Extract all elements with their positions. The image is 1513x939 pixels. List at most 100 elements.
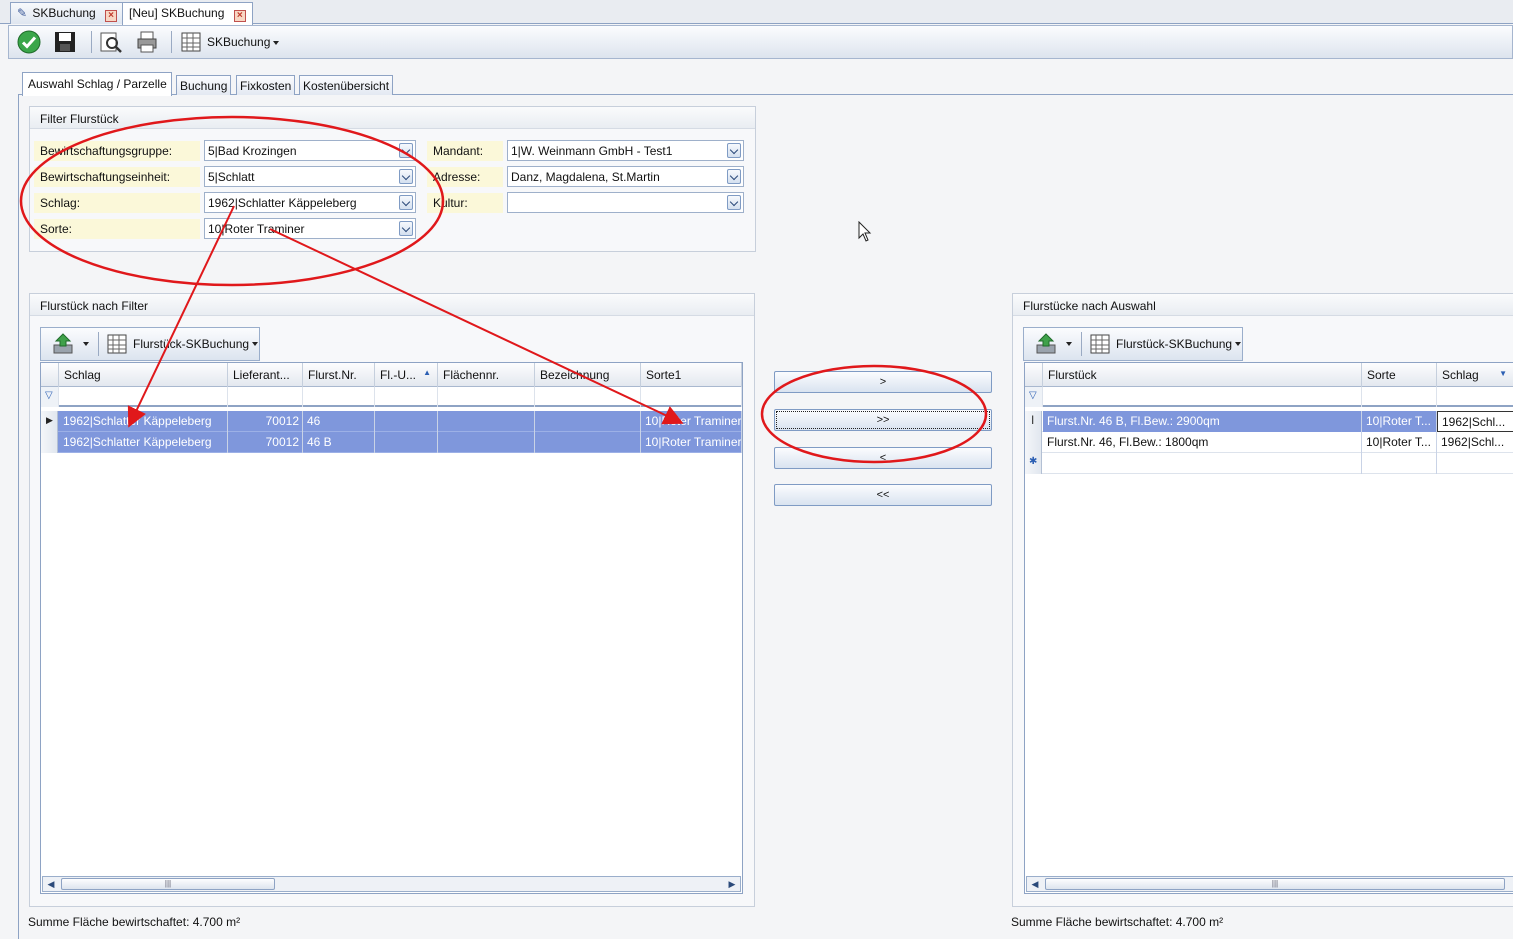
add-all-button[interactable]: >> (774, 409, 992, 431)
chevron-down-icon[interactable] (399, 169, 413, 184)
filter-icon[interactable]: ▽ (45, 390, 53, 401)
export-button[interactable] (51, 330, 89, 358)
export-button[interactable] (1034, 330, 1072, 358)
tab-label: Auswahl Schlag / Parzelle (28, 77, 167, 91)
grid-layout-icon (1090, 334, 1110, 354)
remove-one-button[interactable]: < (774, 447, 992, 469)
combo-value: 1|W. Weinmann GmbH - Test1 (511, 144, 673, 158)
table-row[interactable]: ▶ 1962|Schlatter Käppeleberg 70012 46 10… (41, 411, 742, 432)
right-panel-title: Flurstücke nach Auswahl (1013, 294, 1513, 316)
remove-all-button[interactable]: << (774, 484, 992, 506)
bewirtschaftungseinheit-combo[interactable]: 5|Schlatt (204, 166, 416, 187)
close-icon[interactable]: × (233, 10, 246, 22)
chevron-down-icon[interactable] (399, 195, 413, 210)
column-header[interactable]: Bezeichnung (535, 363, 641, 387)
chevron-down-icon (83, 342, 89, 346)
cell-schlag: 1962|Schlatter Käppeleberg (59, 432, 228, 453)
grid-layout-label: Flurstück-SKBuchung (133, 337, 250, 351)
cell-flurst-nr: 46 B (303, 432, 375, 453)
adresse-combo[interactable]: Danz, Magdalena, St.Martin (507, 166, 744, 187)
filter-icon[interactable]: ▽ (1029, 390, 1037, 401)
tab-auswahl-schlag-parzelle[interactable]: Auswahl Schlag / Parzelle (22, 72, 172, 96)
new-row[interactable]: ✱ (1025, 453, 1513, 474)
left-horizontal-scrollbar[interactable]: ◀ ||| ▶ (42, 876, 741, 892)
right-horizontal-scrollbar[interactable]: ◀ ||| (1026, 876, 1513, 892)
chevron-down-icon[interactable] (727, 195, 741, 210)
filter-group-title: Filter Flurstück (30, 107, 755, 129)
kultur-label: Kultur: (427, 193, 503, 213)
add-one-button[interactable]: > (774, 371, 992, 393)
cell-sorte: 10|Roter T... (1362, 432, 1437, 453)
cell-sorte1: 10|Roter Traminer (641, 432, 742, 453)
column-header[interactable]: Sorte (1362, 363, 1437, 387)
mandant-label: Mandant: (427, 141, 503, 161)
table-row[interactable]: 1962|Schlatter Käppeleberg 70012 46 B 10… (41, 432, 742, 453)
grid-layout-dropdown[interactable]: Flurstück-SKBuchung (107, 330, 259, 358)
tab-buchung[interactable]: Buchung (176, 75, 232, 95)
doc-tab-new-skbuchung[interactable]: [Neu] SKBuchung × (122, 2, 253, 25)
chevron-down-icon[interactable] (727, 143, 741, 158)
column-header[interactable]: Flächennr. (438, 363, 535, 387)
cell-schlag: 1962|Schlatter Käppeleberg (59, 411, 228, 432)
table-row[interactable]: Flurst.Nr. 46, Fl.Bew.: 1800qm 10|Roter … (1025, 432, 1513, 453)
column-header[interactable]: Flurstück (1043, 363, 1362, 387)
chevron-down-icon[interactable] (399, 143, 413, 158)
column-header-sorted[interactable]: Fl.-U... ▲ (375, 363, 438, 387)
kultur-combo[interactable] (507, 192, 744, 213)
chevron-down-icon (252, 342, 259, 346)
mouse-cursor-icon (858, 221, 872, 242)
left-grid-toolbar: Flurstück-SKBuchung (40, 327, 260, 361)
chevron-down-icon[interactable] (399, 221, 413, 236)
combo-value: 1962|Schlatter Käppeleberg (208, 196, 357, 210)
left-filter-row[interactable]: ▽ (41, 387, 742, 407)
chevron-down-icon (1066, 342, 1072, 346)
right-grid-header: Flurstück Sorte Schlag ▼ (1025, 363, 1513, 387)
right-grid-toolbar: Flurstück-SKBuchung (1023, 327, 1243, 361)
column-filter-icon[interactable]: ▼ (1499, 369, 1507, 378)
column-header-filter[interactable]: Schlag ▼ (1437, 363, 1513, 387)
grid-layout-dropdown[interactable]: Flurstück-SKBuchung (1090, 330, 1242, 358)
doc-tab-skbuchung[interactable]: ✎ SKBuchung × (10, 2, 125, 24)
scroll-left-icon[interactable]: ◀ (1027, 877, 1043, 891)
cell-sorte: 10|Roter T... (1362, 411, 1437, 432)
cell-lieferant: 70012 (228, 432, 303, 453)
cell-sorte1: 10|Roter Traminer (641, 411, 742, 432)
sorte-label: Sorte: (34, 219, 200, 239)
sorte-combo[interactable]: 10|Roter Traminer (204, 218, 416, 239)
table-row[interactable]: I Flurst.Nr. 46 B, Fl.Bew.: 2900qm 10|Ro… (1025, 411, 1513, 432)
cell-flurstueck: Flurst.Nr. 46, Fl.Bew.: 1800qm (1043, 432, 1362, 453)
grid-layout-icon[interactable] (177, 29, 205, 55)
cell-bezeichnung (535, 411, 641, 432)
column-header[interactable]: Sorte1 (641, 363, 742, 387)
bewirtschaftungsgruppe-label: Bewirtschaftungsgruppe: (34, 141, 200, 161)
close-icon[interactable]: × (105, 10, 118, 22)
cell-fl-u (375, 411, 438, 432)
layout-dropdown[interactable]: SKBuchung (207, 35, 280, 49)
adresse-label: Adresse: (427, 167, 503, 187)
column-header[interactable]: Flurst.Nr. (303, 363, 375, 387)
scroll-left-icon[interactable]: ◀ (43, 877, 59, 891)
mandant-combo[interactable]: 1|W. Weinmann GmbH - Test1 (507, 140, 744, 161)
tab-fixkosten[interactable]: Fixkosten (236, 75, 296, 95)
bewirtschaftungseinheit-label: Bewirtschaftungseinheit: (34, 167, 200, 187)
column-header[interactable]: Lieferant... (228, 363, 303, 387)
layout-dropdown-label: SKBuchung (207, 35, 271, 49)
scroll-thumb[interactable]: ||| (61, 878, 275, 890)
column-label: Fl.-U... (380, 368, 416, 382)
save-icon[interactable] (51, 29, 79, 55)
print-icon[interactable] (133, 29, 161, 55)
right-filter-row[interactable]: ▽ (1025, 387, 1513, 407)
right-grid: Flurstück Sorte Schlag ▼ ▽ I Flurst.Nr. 4… (1024, 362, 1513, 894)
check-icon[interactable] (15, 29, 43, 55)
scroll-thumb[interactable]: ||| (1045, 878, 1505, 890)
bewirtschaftungsgruppe-combo[interactable]: 5|Bad Krozingen (204, 140, 416, 161)
schlag-combo[interactable]: 1962|Schlatter Käppeleberg (204, 192, 416, 213)
column-header[interactable]: Schlag (59, 363, 228, 387)
grid-layout-icon (107, 334, 127, 354)
chevron-down-icon[interactable] (727, 169, 741, 184)
scroll-right-icon[interactable]: ▶ (724, 877, 740, 891)
preview-icon[interactable] (97, 29, 125, 55)
schlag-label: Schlag: (34, 193, 200, 213)
wrench-icon: ✎ (17, 6, 28, 20)
tab-kostenuebersicht[interactable]: Kostenübersicht (299, 75, 394, 95)
